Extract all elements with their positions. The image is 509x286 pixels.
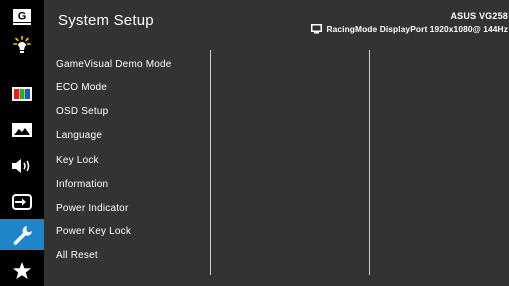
sidebar-item-input-select[interactable]: [0, 187, 44, 216]
menu-item-power-indicator[interactable]: Power Indicator: [56, 203, 128, 214]
menu-item-power-key-lock[interactable]: Power Key Lock: [56, 226, 131, 237]
menu-item-language[interactable]: Language: [56, 130, 102, 141]
menu-item-eco-mode[interactable]: ECO Mode: [56, 82, 107, 93]
menu-item-key-lock[interactable]: Key Lock: [56, 155, 99, 166]
sidebar: G: [0, 0, 44, 286]
sidebar-item-sound[interactable]: [0, 151, 44, 180]
main-panel: System Setup ASUS VG258 RacingMode Displ…: [44, 0, 509, 286]
menu-item-osd-setup[interactable]: OSD Setup: [56, 106, 108, 117]
menu-item-all-reset[interactable]: All Reset: [56, 250, 98, 261]
status-text: RacingMode DisplayPort 1920x1080@ 144Hz: [326, 24, 508, 34]
page-title: System Setup: [58, 12, 154, 29]
system-setup-icon: [13, 225, 32, 245]
svg-text:G: G: [18, 10, 27, 22]
star-icon: [13, 261, 31, 279]
brightness-icon: [13, 35, 31, 53]
sidebar-item-favorite[interactable]: [0, 256, 44, 285]
monitor-icon: [311, 24, 323, 34]
menu-item-gamevisual-demo-mode[interactable]: GameVisual Demo Mode: [56, 59, 172, 70]
image-icon: [12, 122, 32, 137]
header: System Setup ASUS VG258 RacingMode Displ…: [44, 0, 509, 41]
g-box-icon: G: [13, 8, 31, 25]
status-line: RacingMode DisplayPort 1920x1080@ 144Hz: [311, 24, 508, 34]
sidebar-item-system-setup[interactable]: [0, 219, 44, 250]
menu-item-information[interactable]: Information: [56, 179, 108, 190]
sidebar-item-gameplus[interactable]: G: [0, 2, 44, 31]
sidebar-item-image[interactable]: [0, 115, 44, 144]
sound-icon: [12, 158, 30, 173]
column-divider-2: [369, 50, 370, 275]
model-name: ASUS VG258: [450, 11, 508, 21]
sidebar-item-color[interactable]: [0, 79, 44, 108]
sidebar-item-brightness[interactable]: [0, 31, 44, 60]
input-select-icon: [12, 193, 32, 210]
color-icon: [12, 86, 32, 101]
column-divider-1: [210, 50, 211, 275]
